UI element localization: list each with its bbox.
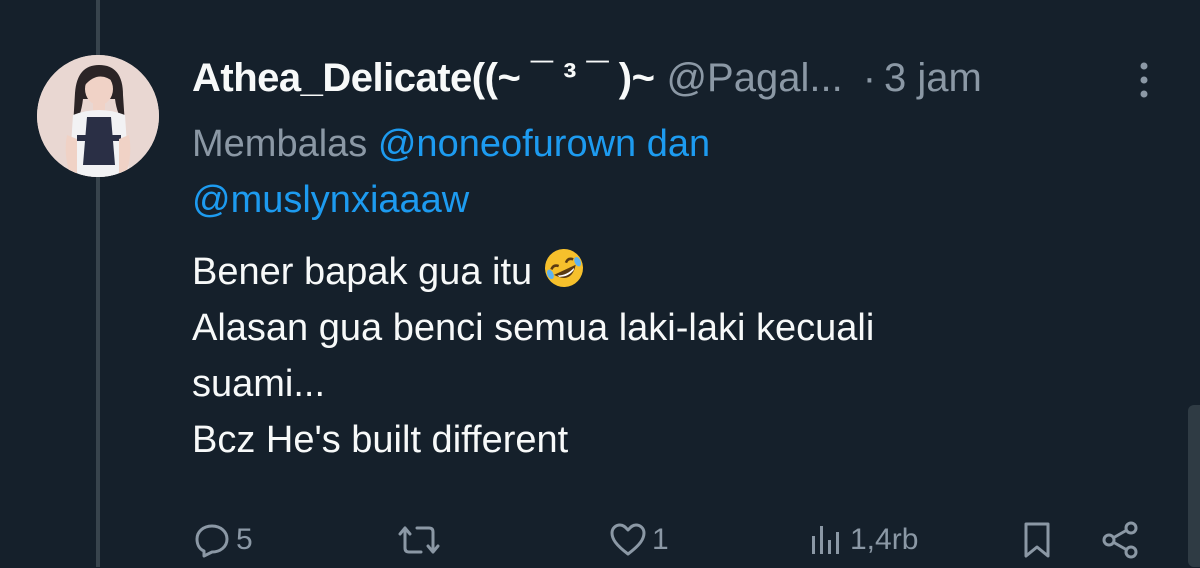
views-count: 1,4rb xyxy=(850,523,919,556)
separator-dot: · xyxy=(862,55,877,100)
user-handle[interactable]: @Pagal... xyxy=(666,56,842,101)
bookmark-icon xyxy=(1024,522,1050,558)
views-button[interactable]: 1,4rb xyxy=(806,512,918,568)
replying-to: Membalas @noneofurown dan @muslynxiaaaw xyxy=(192,116,1092,228)
tweet-line-1: Bener bapak gua itu xyxy=(192,244,1092,300)
avatar-image xyxy=(37,55,159,177)
like-count: 1 xyxy=(652,523,669,556)
more-options-button[interactable] xyxy=(1132,58,1156,102)
tweet-line-4: Bcz He's built different xyxy=(192,419,569,461)
tweet-line-1-text: Bener bapak gua itu xyxy=(192,251,533,293)
timestamp[interactable]: 3 jam xyxy=(884,56,982,101)
scrollbar[interactable] xyxy=(1188,405,1200,567)
retweet-icon xyxy=(398,526,440,554)
more-vertical-icon xyxy=(1140,62,1148,98)
share-icon xyxy=(1102,521,1138,559)
tweet-header: Athea_Delicate((~ ¯ ³ ¯ )~ @Pagal... · 3… xyxy=(192,50,1172,106)
action-bar: 5 1 1,4rb xyxy=(192,512,1152,568)
rolling-laughing-emoji-icon xyxy=(542,246,586,306)
views-icon xyxy=(812,526,839,554)
mention-link-2[interactable]: @muslynxiaaaw xyxy=(192,179,469,221)
reply-prefix: Membalas xyxy=(192,123,368,165)
avatar[interactable] xyxy=(37,55,159,177)
tweet-line-2: Alasan gua benci semua laki-laki kecuali xyxy=(192,307,875,349)
reply-icon xyxy=(195,524,229,558)
tweet-text: Bener bapak gua itu Alasan gua benci sem… xyxy=(192,244,1092,468)
display-name[interactable]: Athea_Delicate((~ ¯ ³ ¯ )~ xyxy=(192,56,655,101)
share-button[interactable] xyxy=(1098,512,1142,568)
bookmark-button[interactable] xyxy=(1017,512,1057,568)
mention-link-1[interactable]: @noneofurown xyxy=(378,123,636,165)
like-button[interactable]: 1 xyxy=(608,512,669,568)
reply-count: 5 xyxy=(236,523,253,556)
reply-button[interactable]: 5 xyxy=(192,512,253,568)
heart-icon xyxy=(610,523,646,556)
retweet-button[interactable] xyxy=(397,512,445,568)
reply-joiner: dan xyxy=(646,123,711,165)
tweet-line-3: suami... xyxy=(192,363,326,405)
